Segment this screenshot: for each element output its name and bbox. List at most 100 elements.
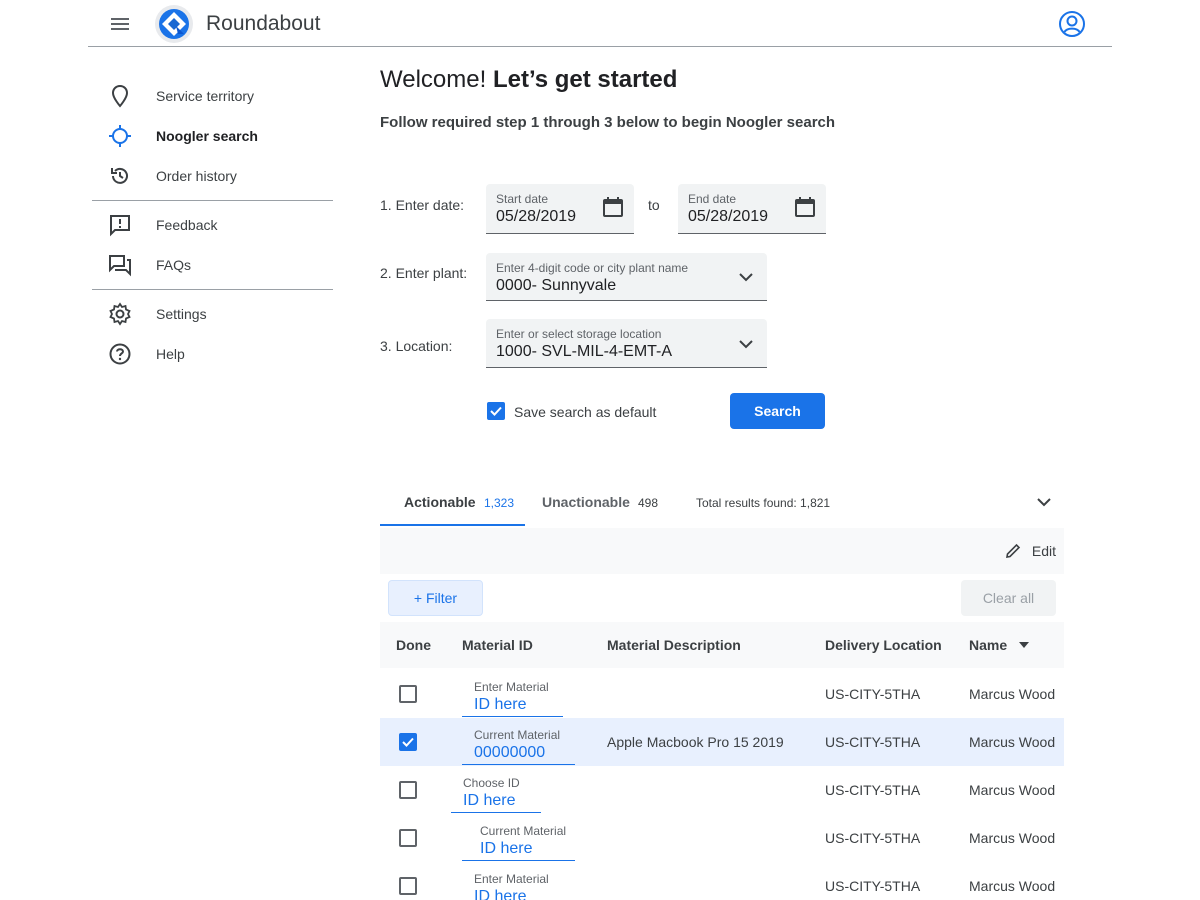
column-header-done: Done — [396, 637, 431, 653]
table-row: Choose ID ID here US-CITY-5THA Marcus Wo… — [380, 766, 1064, 814]
sidebar-item-help[interactable]: Help — [92, 334, 333, 374]
chevron-down-icon[interactable] — [1034, 492, 1054, 512]
delivery-location: US-CITY-5THA — [825, 830, 921, 846]
material-id-value: 00000000 — [474, 744, 546, 761]
column-header-name[interactable]: Name — [969, 637, 1007, 653]
sidebar-item-label: Order history — [156, 168, 237, 184]
sidebar-item-noogler-search[interactable]: Noogler search — [92, 116, 333, 156]
tab-unactionable[interactable]: Unactionable 498 — [532, 478, 672, 526]
material-id-label: Enter Material — [474, 872, 549, 886]
delivery-location: US-CITY-5THA — [825, 878, 921, 894]
material-id-field[interactable]: Current Material ID here — [462, 817, 575, 861]
sidebar-item-faqs[interactable]: FAQs — [92, 245, 333, 285]
chevron-down-icon[interactable] — [735, 266, 757, 288]
material-id-value: ID here — [480, 840, 533, 857]
delivery-location: US-CITY-5THA — [825, 686, 921, 702]
start-date-value: 05/28/2019 — [496, 208, 577, 225]
calendar-icon[interactable] — [794, 196, 816, 218]
material-id-field[interactable]: Enter Material ID here — [462, 865, 563, 900]
sidebar-item-order-history[interactable]: Order history — [92, 156, 333, 196]
checkmark-icon — [402, 737, 414, 747]
welcome-text: Welcome! — [380, 66, 487, 93]
done-checkbox[interactable] — [399, 733, 417, 751]
start-date-label: Start date — [496, 192, 549, 206]
plant-select-value: 0000- Sunnyvale — [496, 277, 617, 294]
table-toolbar: Edit — [380, 528, 1064, 574]
add-filter-button[interactable]: + Filter — [388, 580, 483, 616]
table-row: Current Material ID here US-CITY-5THA Ma… — [380, 814, 1064, 862]
sidebar-item-label: Service territory — [156, 88, 255, 104]
start-date-field[interactable]: Start date 05/28/2019 — [486, 184, 634, 234]
total-results: Total results found: 1,821 — [696, 496, 831, 510]
material-id-label: Current Material — [474, 728, 561, 742]
plant-select-label: Enter 4-digit code or city plant name — [496, 261, 689, 275]
hamburger-menu-icon[interactable] — [108, 15, 132, 33]
material-id-label: Current Material — [480, 824, 567, 838]
name-cell: Marcus Wood — [969, 734, 1056, 750]
sidebar-divider — [92, 200, 333, 201]
done-checkbox[interactable] — [399, 781, 417, 799]
chevron-down-icon[interactable] — [735, 333, 757, 355]
search-button[interactable]: Search — [730, 393, 825, 429]
material-id-field[interactable]: Choose ID ID here — [451, 769, 541, 813]
clear-all-button[interactable]: Clear all — [961, 580, 1056, 616]
welcome-bold-text: Let’s get started — [492, 66, 678, 93]
material-description: Apple Macbook Pro 15 2019 — [607, 734, 784, 750]
help-icon — [109, 343, 131, 365]
material-id-value: ID here — [474, 696, 527, 713]
sidebar-item-label: Noogler search — [156, 128, 258, 144]
save-default-checkbox[interactable] — [487, 402, 505, 420]
feedback-icon — [110, 215, 130, 237]
sidebar-item-label: Help — [156, 346, 185, 362]
forum-icon — [109, 255, 131, 277]
tab-actionable[interactable]: Actionable 1,323 — [380, 478, 525, 526]
app-title: Roundabout — [206, 12, 321, 35]
roundabout-logo — [155, 5, 193, 43]
name-cell: Marcus Wood — [969, 878, 1056, 894]
account-circle-icon[interactable] — [1058, 10, 1086, 38]
checkmark-icon — [490, 406, 502, 416]
plant-select[interactable]: Enter 4-digit code or city plant name 00… — [486, 253, 767, 301]
done-checkbox[interactable] — [399, 877, 417, 895]
tab-label: Actionable — [404, 494, 476, 510]
edit-label: Edit — [1031, 543, 1056, 559]
history-icon — [111, 167, 128, 184]
sidebar-divider — [92, 289, 333, 290]
date-range-separator: to — [648, 197, 660, 213]
calendar-icon[interactable] — [602, 196, 624, 218]
tab-label: Unactionable — [542, 494, 630, 510]
map-pin-icon — [111, 84, 129, 108]
column-header-material-id: Material ID — [462, 637, 533, 653]
done-checkbox[interactable] — [399, 685, 417, 703]
location-select-value: 1000- SVL-MIL-4-EMT-A — [496, 343, 673, 360]
sidebar-item-service-territory[interactable]: Service territory — [92, 76, 333, 116]
page-title: Welcome! Let’s get started — [380, 66, 677, 94]
end-date-field[interactable]: End date 05/28/2019 — [678, 184, 826, 234]
sidebar-item-label: Feedback — [156, 217, 218, 233]
material-id-value: ID here — [474, 888, 527, 900]
material-id-value: ID here — [463, 792, 516, 809]
location-select[interactable]: Enter or select storage location 1000- S… — [486, 319, 767, 368]
location-select-label: Enter or select storage location — [496, 327, 662, 341]
done-checkbox[interactable] — [399, 829, 417, 847]
material-id-label: Choose ID — [463, 776, 520, 790]
top-app-bar: Roundabout — [88, 0, 1112, 47]
delivery-location: US-CITY-5THA — [825, 782, 921, 798]
gear-icon — [109, 302, 131, 326]
table-row: Enter Material ID here US-CITY-5THA Marc… — [380, 670, 1064, 718]
material-id-label: Enter Material — [474, 680, 549, 694]
tab-count: 1,323 — [484, 496, 515, 510]
material-id-field[interactable]: Current Material 00000000 — [462, 721, 575, 765]
sort-down-icon[interactable] — [1018, 639, 1030, 651]
sidebar-item-label: Settings — [156, 306, 207, 322]
edit-button[interactable]: Edit — [1004, 540, 1056, 562]
name-cell: Marcus Wood — [969, 686, 1056, 702]
table-header: Done Material ID Material Description De… — [380, 622, 1064, 668]
save-default-label: Save search as default — [514, 404, 657, 420]
table-row: Current Material 00000000 Apple Macbook … — [380, 718, 1064, 766]
sidebar-item-settings[interactable]: Settings — [92, 294, 333, 334]
step2-label: 2. Enter plant: — [380, 265, 468, 281]
end-date-label: End date — [688, 192, 737, 206]
sidebar-item-feedback[interactable]: Feedback — [92, 205, 333, 245]
material-id-field[interactable]: Enter Material ID here — [462, 673, 563, 717]
